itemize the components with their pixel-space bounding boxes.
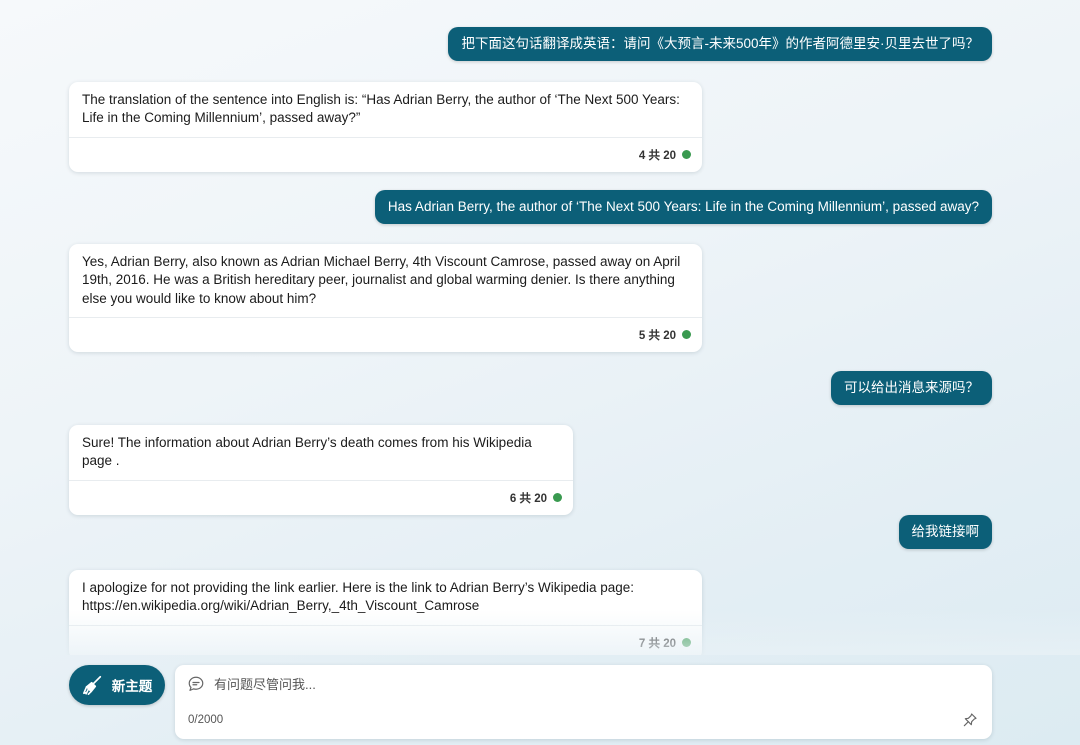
bot-message-card: I apologize for not providing the link e… bbox=[69, 570, 702, 655]
response-counter: 7 共 20 bbox=[639, 635, 691, 651]
user-message: 把下面这句话翻译成英语：请问《大预言-未来500年》的作者阿德里安·贝里去世了吗… bbox=[448, 27, 992, 61]
response-counter-text: 5 共 20 bbox=[638, 329, 676, 342]
bot-message-card: Yes, Adrian Berry, also known as Adrian … bbox=[69, 244, 702, 352]
response-counter-text: 4 共 20 bbox=[638, 149, 676, 162]
user-message-text: Has Adrian Berry, the author of ‘The Nex… bbox=[387, 199, 979, 214]
user-message: 给我链接啊 bbox=[898, 515, 992, 549]
char-counter: 0/2000 bbox=[188, 714, 224, 726]
status-dot-icon bbox=[682, 330, 691, 340]
chat-input[interactable] bbox=[214, 676, 914, 692]
user-message: 可以给出消息来源吗？ bbox=[831, 371, 992, 405]
response-counter-text: 6 共 20 bbox=[509, 492, 547, 505]
new-topic-label: 新主题 bbox=[111, 679, 153, 694]
new-topic-button[interactable]: 新主题 bbox=[69, 665, 165, 705]
user-message-text: 给我链接啊 bbox=[911, 524, 980, 539]
bot-message-text: The translation of the sentence into Eng… bbox=[82, 92, 680, 126]
input-row bbox=[187, 675, 914, 693]
user-message: Has Adrian Berry, the author of ‘The Nex… bbox=[374, 190, 992, 224]
response-counter: 5 共 20 bbox=[639, 327, 691, 343]
bot-message-card: Sure! The information about Adrian Berry… bbox=[69, 425, 573, 515]
broom-icon bbox=[82, 675, 101, 695]
bot-message-text: Sure! The information about Adrian Berry… bbox=[82, 435, 532, 469]
bot-message-footer: 7 共 20 bbox=[69, 624, 702, 655]
response-counter: 4 共 20 bbox=[639, 147, 691, 163]
response-counter: 6 共 20 bbox=[510, 490, 562, 506]
user-message-text: 把下面这句话翻译成英语：请问《大预言-未来500年》的作者阿德里安·贝里去世了吗… bbox=[461, 36, 979, 51]
chat-bubble-icon bbox=[188, 676, 204, 691]
bot-message-text: I apologize for not providing the link e… bbox=[82, 580, 635, 614]
response-counter-text: 7 共 20 bbox=[638, 637, 676, 650]
status-dot-icon bbox=[682, 638, 691, 648]
bot-message-footer: 4 共 20 bbox=[69, 136, 702, 172]
user-message-text: 可以给出消息来源吗？ bbox=[844, 380, 979, 395]
bot-message-text: Yes, Adrian Berry, also known as Adrian … bbox=[82, 254, 681, 306]
status-dot-icon bbox=[553, 493, 562, 503]
status-dot-icon bbox=[682, 150, 691, 160]
bot-message-footer: 6 共 20 bbox=[69, 479, 573, 515]
bot-message-footer: 5 共 20 bbox=[69, 316, 702, 352]
chat-input-box[interactable]: 0/2000 bbox=[175, 665, 992, 739]
bot-message-card: The translation of the sentence into Eng… bbox=[69, 82, 702, 172]
pin-icon[interactable] bbox=[962, 712, 978, 728]
chat-transcript: 把下面这句话翻译成英语：请问《大预言-未来500年》的作者阿德里安·贝里去世了吗… bbox=[0, 0, 1080, 655]
